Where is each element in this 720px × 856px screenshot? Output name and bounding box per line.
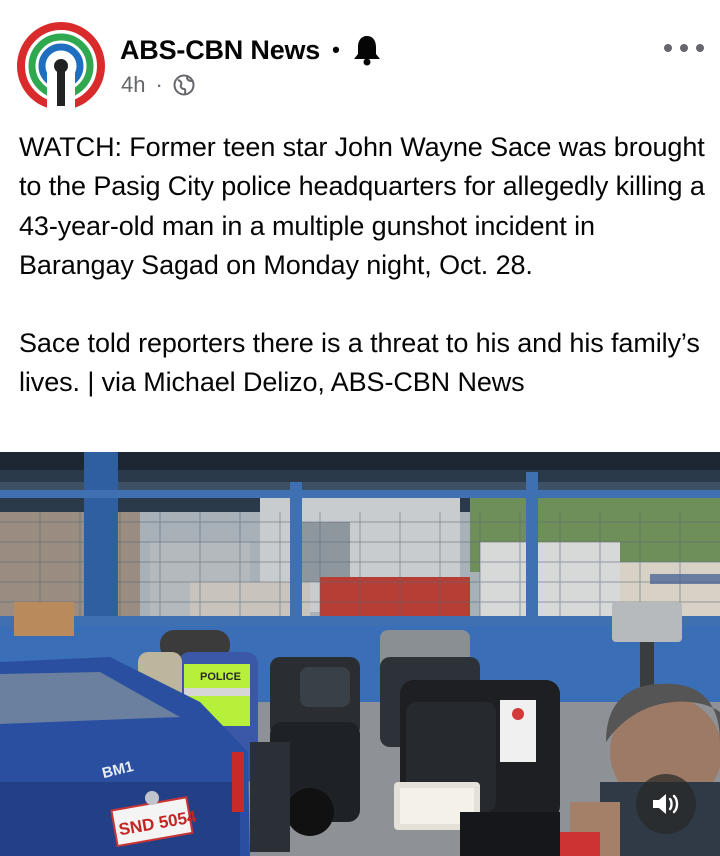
caption-paragraph: WATCH: Former teen star John Wayne Sace … xyxy=(19,132,705,280)
post-time[interactable]: 4h xyxy=(121,72,145,98)
volume-icon[interactable] xyxy=(636,774,696,834)
more-options-icon[interactable] xyxy=(664,36,704,60)
bell-icon[interactable] xyxy=(352,34,382,66)
post-meta: 4h · xyxy=(121,72,195,98)
meta-separator: · xyxy=(155,72,163,97)
post-header: ABS-CBN News • 4h · xyxy=(0,0,720,120)
name-separator: • xyxy=(332,37,340,62)
globe-icon xyxy=(173,74,195,96)
video-frame: POLICE BM1 SND 5054 xyxy=(0,452,720,856)
post-caption: WATCH: Former teen star John Wayne Sace … xyxy=(19,128,709,403)
page-avatar[interactable] xyxy=(17,22,105,110)
caption-paragraph: Sace told reporters there is a threat to… xyxy=(19,328,700,398)
vest-label: POLICE xyxy=(200,671,241,683)
abs-cbn-logo-icon xyxy=(17,22,105,110)
page-name[interactable]: ABS-CBN News xyxy=(120,35,320,66)
video-player[interactable]: POLICE BM1 SND 5054 xyxy=(0,452,720,856)
page-name-row: ABS-CBN News • xyxy=(120,34,382,66)
